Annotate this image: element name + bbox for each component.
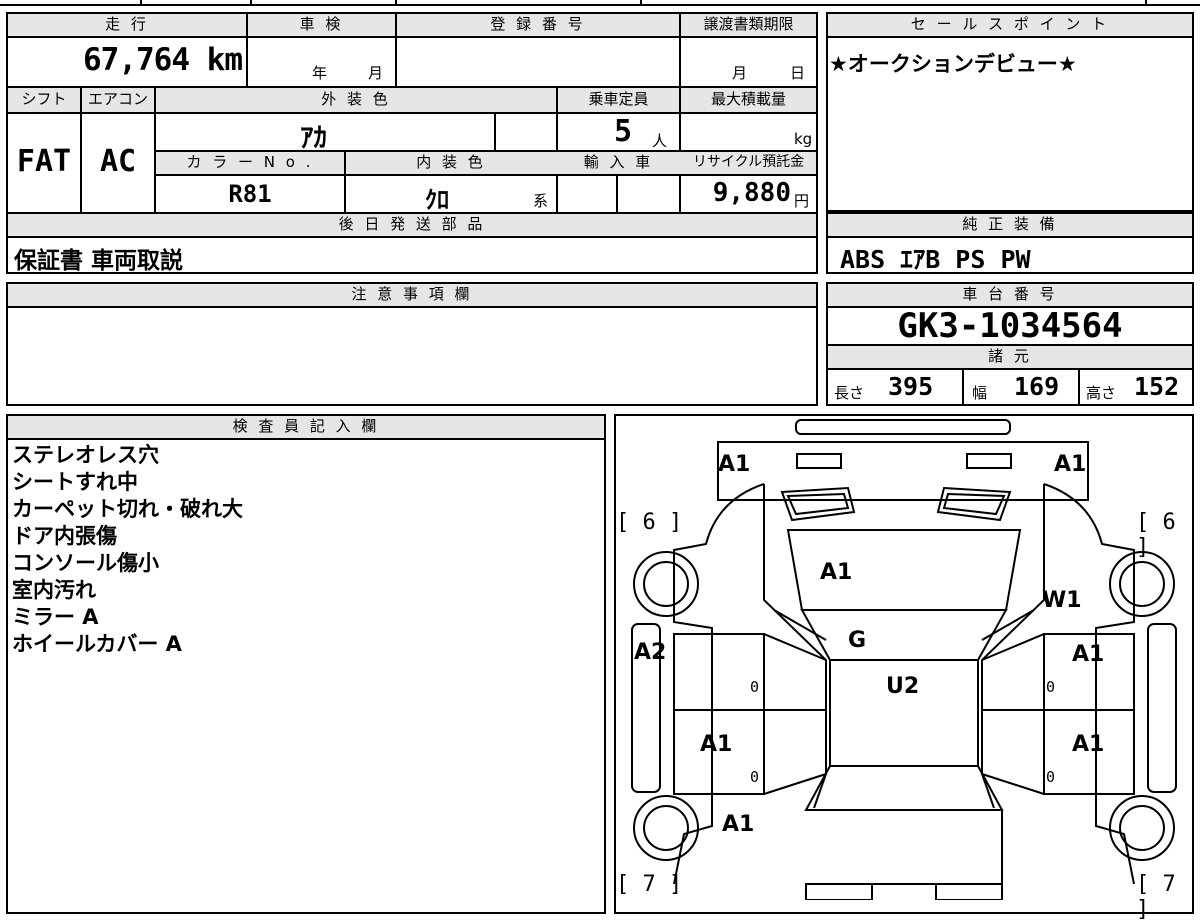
transfer-day: 日 [790,64,806,82]
ac-header: エアコン [82,89,154,109]
max-load-header: 最大積載量 [681,89,816,109]
tire-front-left-label: [ 6 ] [616,510,683,535]
inspection-year: 年 [312,64,328,82]
inspection-header: 車 検 [248,14,395,34]
damage-left-rear-door: A1 [700,732,733,757]
tire-front-right-label: [ 6 ] [1136,510,1176,560]
note-line: コンソール傷小 [12,551,159,575]
tire-rear-left-label: [ 7 ] [616,872,683,897]
recycle-value: 9,880 [712,178,791,208]
registration-header: 登 録 番 号 [397,14,679,34]
damage-front-right: A1 [1054,452,1087,477]
mileage-value: 67,764 km [83,42,243,78]
width-label: 幅 [972,384,988,402]
interior-color-suffix: 系 [533,192,549,210]
interior-color-value: ｸﾛ [425,186,449,214]
sales-point-box [826,12,1194,212]
note-line: 室内汚れ [12,578,96,602]
height-value: 152 [1134,372,1180,401]
spec-header: 諸 元 [828,346,1192,368]
color-no-value: R81 [228,180,272,208]
inspector-header: 検 査 員 記 入 欄 [8,416,604,438]
shift-header: シフト [8,89,80,109]
damage-windshield: W1 [1042,588,1082,613]
note-line: ミラー A [12,605,99,629]
interior-color-header: 内 装 色 [346,152,556,172]
sales-point-text: ★オークションデビュー★ [829,52,1077,76]
later-parts-value: 保証書 車両取説 [14,248,184,274]
transfer-deadline-header: 譲渡書類期限 [681,14,816,34]
length-value: 395 [888,372,934,401]
damage-rear-left: A1 [722,812,755,837]
recycle-header: リサイクル預託金 [681,152,816,172]
sales-point-header: セ ー ル ス ポ イ ン ト [828,14,1192,36]
car-diagram [631,419,1177,900]
note-line: ステレオレス穴 [12,443,159,467]
exterior-color-header: 外 装 色 [156,89,556,109]
inspector-notes: ステレオレス穴 シートすれ中 カーペット切れ・破れ大 ドア内張傷 コンソール傷小… [12,442,243,658]
caution-header: 注 意 事 項 欄 [8,284,816,306]
chassis-header: 車 台 番 号 [828,284,1192,306]
later-parts-header: 後 日 発 送 部 品 [8,214,816,236]
recycle-unit: 円 [794,192,810,210]
note-line: ドア内張傷 [12,524,117,548]
length-label: 長さ [834,384,865,402]
equipment-text: ABS ｴｱB PS PW [840,245,1031,274]
door-zero: 0 [1046,768,1056,786]
import-header: 輸 入 車 [558,152,679,172]
note-line: シートすれ中 [12,470,138,494]
inspection-month: 月 [368,64,384,82]
height-label: 高さ [1086,384,1117,402]
width-value: 169 [1014,372,1060,401]
ac-value: AC [99,144,137,179]
capacity-value: 5 [614,114,633,149]
damage-front-left: A1 [718,452,751,477]
door-zero: 0 [1046,678,1056,696]
tire-rear-right-label: [ 7 ] [1136,872,1176,922]
door-zero: 0 [750,768,760,786]
equipment-header: 純 正 装 備 [828,214,1192,236]
top-cut-row [0,0,1200,6]
door-zero: 0 [750,678,760,696]
mileage-header: 走 行 [8,14,246,34]
damage-left-front-door: A2 [634,640,667,665]
damage-hood: A1 [820,560,853,585]
chassis-number: GK3-1034564 [897,306,1123,346]
max-load-unit: kg [794,130,813,148]
transfer-month: 月 [732,64,748,82]
damage-right-front-door: A1 [1072,642,1105,667]
damage-roof: U2 [886,674,920,699]
shift-value: FAT [16,144,72,179]
damage-right-rear-door: A1 [1072,732,1105,757]
capacity-header: 乗車定員 [558,89,679,109]
note-line: カーペット切れ・破れ大 [12,497,243,521]
damage-grille: G [848,628,867,653]
color-no-header: カ ラ ー N o . [156,152,344,172]
capacity-unit: 人 [652,132,668,150]
note-line: ホイールカバー A [12,632,182,656]
